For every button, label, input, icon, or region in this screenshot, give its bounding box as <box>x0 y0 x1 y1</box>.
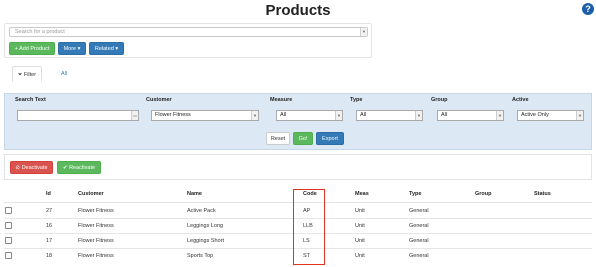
cell-type: General <box>409 208 429 214</box>
ban-icon: ⊘ <box>15 165 21 171</box>
type-label: Type <box>350 97 363 103</box>
row-checkbox[interactable] <box>5 207 12 214</box>
search-text-input[interactable]: ▭ <box>17 110 139 121</box>
type-value: All <box>360 112 367 118</box>
measure-select[interactable]: All ▼ <box>276 110 343 121</box>
product-search-input[interactable]: Search for a product ▼ <box>9 27 368 37</box>
cell-type: General <box>409 238 429 244</box>
measure-value: All <box>280 112 287 118</box>
measure-label: Measure <box>270 97 293 103</box>
type-select[interactable]: All ▼ <box>356 110 423 121</box>
chevron-down-icon: ▼ <box>415 111 422 120</box>
filter-icon: ⏷ <box>17 72 23 78</box>
keyboard-icon: ▭ <box>131 111 138 120</box>
filter-tabs: ⏷ Filter All <box>4 66 592 82</box>
cell-name: Leggings Short <box>187 238 224 244</box>
cell-name: Active Pack <box>187 208 216 214</box>
chevron-down-icon: ▼ <box>251 111 258 120</box>
column-header-customer[interactable]: Customer <box>78 191 104 197</box>
cell-customer: Flower Fitness <box>78 223 114 229</box>
cell-meas: Unit <box>355 208 365 214</box>
page-title: Products <box>265 2 331 19</box>
add-product-button[interactable]: + Add Product <box>9 42 55 55</box>
action-panel: ⊘ Deactivate ✔ Reactivate <box>4 154 592 180</box>
tab-filter-label: Filter <box>23 72 37 78</box>
customer-value: Flower Fitness <box>155 112 191 118</box>
column-header-type[interactable]: Type <box>409 191 421 197</box>
row-checkbox[interactable] <box>5 252 12 259</box>
cell-meas: Unit <box>355 253 365 259</box>
search-text-label: Search Text <box>15 97 46 103</box>
active-label: Active <box>512 97 529 103</box>
group-value: All <box>441 112 448 118</box>
column-header-name[interactable]: Name <box>187 191 202 197</box>
reactivate-button[interactable]: ✔ Reactivate <box>57 161 101 174</box>
cell-id: 27 <box>46 208 53 214</box>
cell-customer: Flower Fitness <box>78 238 114 244</box>
chevron-down-icon: ▼ <box>496 111 503 120</box>
cell-id: 17 <box>46 238 53 244</box>
check-icon: ✔ <box>62 165 68 171</box>
go-button[interactable]: Go! <box>293 132 313 145</box>
cell-type: General <box>409 253 429 259</box>
column-header-meas[interactable]: Meas <box>355 191 369 197</box>
cell-type: General <box>409 223 429 229</box>
chevron-down-icon[interactable]: ▼ <box>360 28 367 36</box>
row-checkbox[interactable] <box>5 222 12 229</box>
customer-select[interactable]: Flower Fitness ▼ <box>151 110 259 121</box>
tab-filter[interactable]: ⏷ Filter <box>12 66 42 82</box>
active-value: Active Only <box>521 112 549 118</box>
column-header-id[interactable]: Id <box>46 191 51 197</box>
code-column-highlight <box>293 189 325 265</box>
column-header-status[interactable]: Status <box>534 191 551 197</box>
export-button[interactable]: Export <box>316 132 344 145</box>
tab-all[interactable]: All <box>56 66 72 82</box>
filter-panel: Search Text Customer Measure Type Group … <box>4 93 592 150</box>
row-checkbox[interactable] <box>5 237 12 244</box>
customer-label: Customer <box>146 97 172 103</box>
search-placeholder: Search for a product <box>15 29 65 35</box>
cell-name: Sports Top <box>187 253 214 259</box>
cell-meas: Unit <box>355 238 365 244</box>
chevron-down-icon: ▼ <box>576 111 583 120</box>
cell-id: 18 <box>46 253 53 259</box>
column-header-group[interactable]: Group <box>475 191 492 197</box>
help-icon[interactable]: ? <box>582 3 594 15</box>
cell-id: 16 <box>46 223 53 229</box>
group-select[interactable]: All ▼ <box>437 110 504 121</box>
active-select[interactable]: Active Only ▼ <box>517 110 584 121</box>
cell-meas: Unit <box>355 223 365 229</box>
search-panel: Search for a product ▼ + Add Product Mor… <box>4 23 372 58</box>
more-dropdown-button[interactable]: More ▾ <box>58 42 86 55</box>
products-page: Products ? Search for a product ▼ + Add … <box>0 0 596 267</box>
group-label: Group <box>431 97 448 103</box>
cell-customer: Flower Fitness <box>78 253 114 259</box>
reset-button[interactable]: Reset <box>266 132 290 145</box>
chevron-down-icon: ▼ <box>335 111 342 120</box>
cell-name: Leggings Long <box>187 223 224 229</box>
deactivate-button[interactable]: ⊘ Deactivate <box>10 161 53 174</box>
related-dropdown-button[interactable]: Related ▾ <box>89 42 124 55</box>
cell-customer: Flower Fitness <box>78 208 114 214</box>
